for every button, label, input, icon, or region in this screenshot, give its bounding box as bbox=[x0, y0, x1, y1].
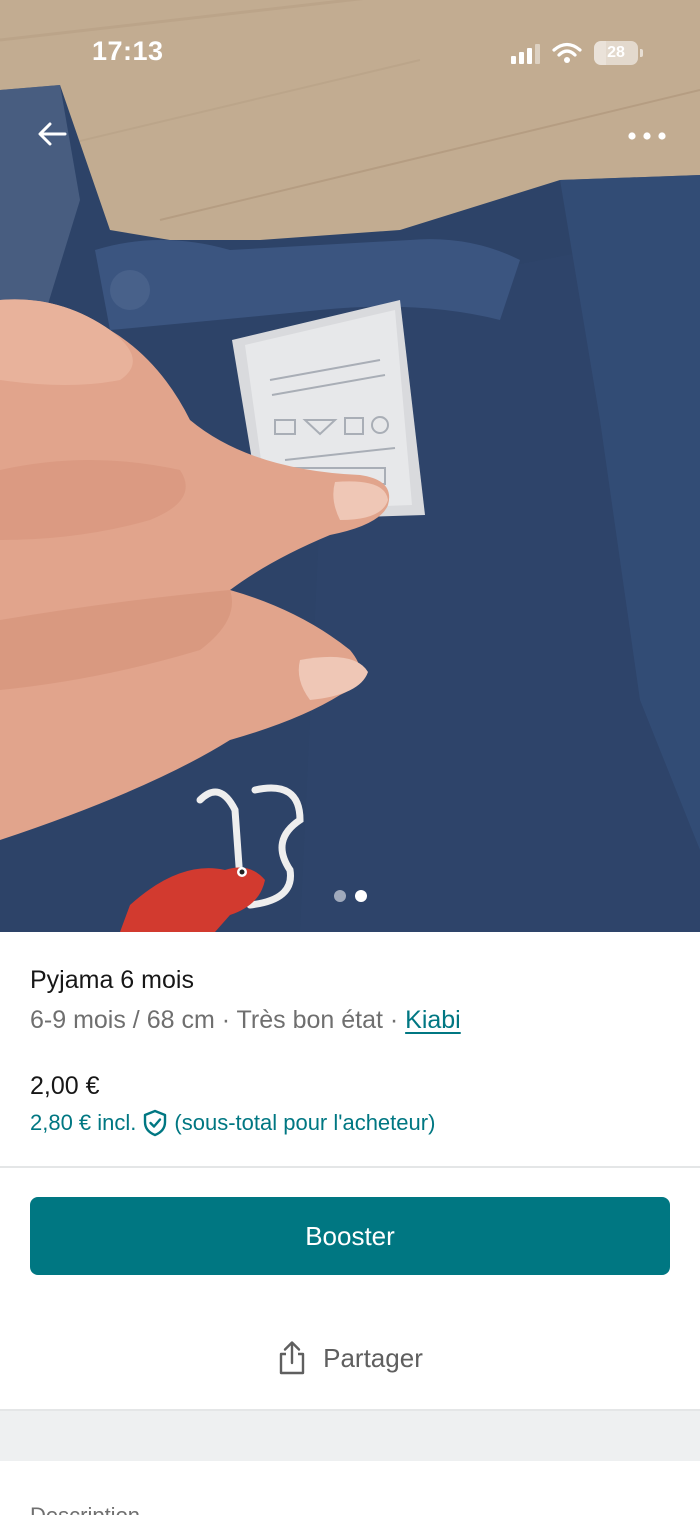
buyer-protection-price[interactable]: 2,80 € incl. (sous-total pour l'acheteur… bbox=[30, 1106, 435, 1140]
item-photo[interactable]: 17:13 28 bbox=[0, 0, 700, 932]
share-label: Partager bbox=[323, 1342, 423, 1373]
item-meta: 6-9 mois / 68 cm · Très bon état · Kiabi bbox=[30, 1002, 670, 1038]
status-time: 17:13 bbox=[92, 36, 164, 66]
meta-separator: · bbox=[214, 1006, 237, 1034]
item-size: 6-9 mois / 68 cm bbox=[30, 1006, 215, 1034]
share-button[interactable]: Partager bbox=[0, 1328, 700, 1388]
booster-button[interactable]: Booster bbox=[30, 1197, 670, 1275]
battery-percentage: 28 bbox=[607, 44, 625, 61]
share-upload-icon bbox=[277, 1340, 307, 1376]
status-bar: 17:13 28 bbox=[0, 0, 700, 100]
cellular-signal-icon bbox=[511, 42, 540, 64]
carousel-dots[interactable] bbox=[0, 890, 700, 902]
battery-icon: 28 bbox=[594, 41, 643, 65]
wifi-icon bbox=[552, 42, 582, 64]
shield-check-icon bbox=[142, 1109, 168, 1137]
price-incl-note: (sous-total pour l'acheteur) bbox=[174, 1110, 436, 1135]
status-icons: 28 bbox=[511, 38, 643, 68]
item-price: 2,00 € bbox=[30, 1072, 100, 1100]
section-separator-band bbox=[0, 1409, 700, 1461]
battery-level-fill bbox=[594, 41, 607, 65]
more-options-button[interactable] bbox=[622, 114, 672, 158]
price-incl-value: 2,80 € incl. bbox=[30, 1110, 137, 1135]
carousel-dot[interactable] bbox=[354, 890, 367, 902]
description-heading: Description bbox=[30, 1500, 140, 1515]
back-button[interactable] bbox=[30, 112, 74, 156]
meta-separator: · bbox=[382, 1006, 406, 1034]
section-divider bbox=[0, 1166, 700, 1168]
carousel-dot[interactable] bbox=[333, 890, 346, 902]
garment-photo-image bbox=[0, 0, 700, 932]
item-title: Pyjama 6 mois bbox=[30, 966, 194, 994]
arrow-left-icon bbox=[38, 122, 67, 146]
item-condition: Très bon état bbox=[236, 1006, 383, 1034]
more-horizontal-icon bbox=[628, 132, 666, 140]
item-info: Pyjama 6 mois 6-9 mois / 68 cm · Très bo… bbox=[30, 962, 670, 1038]
brand-link[interactable]: Kiabi bbox=[405, 1006, 461, 1034]
